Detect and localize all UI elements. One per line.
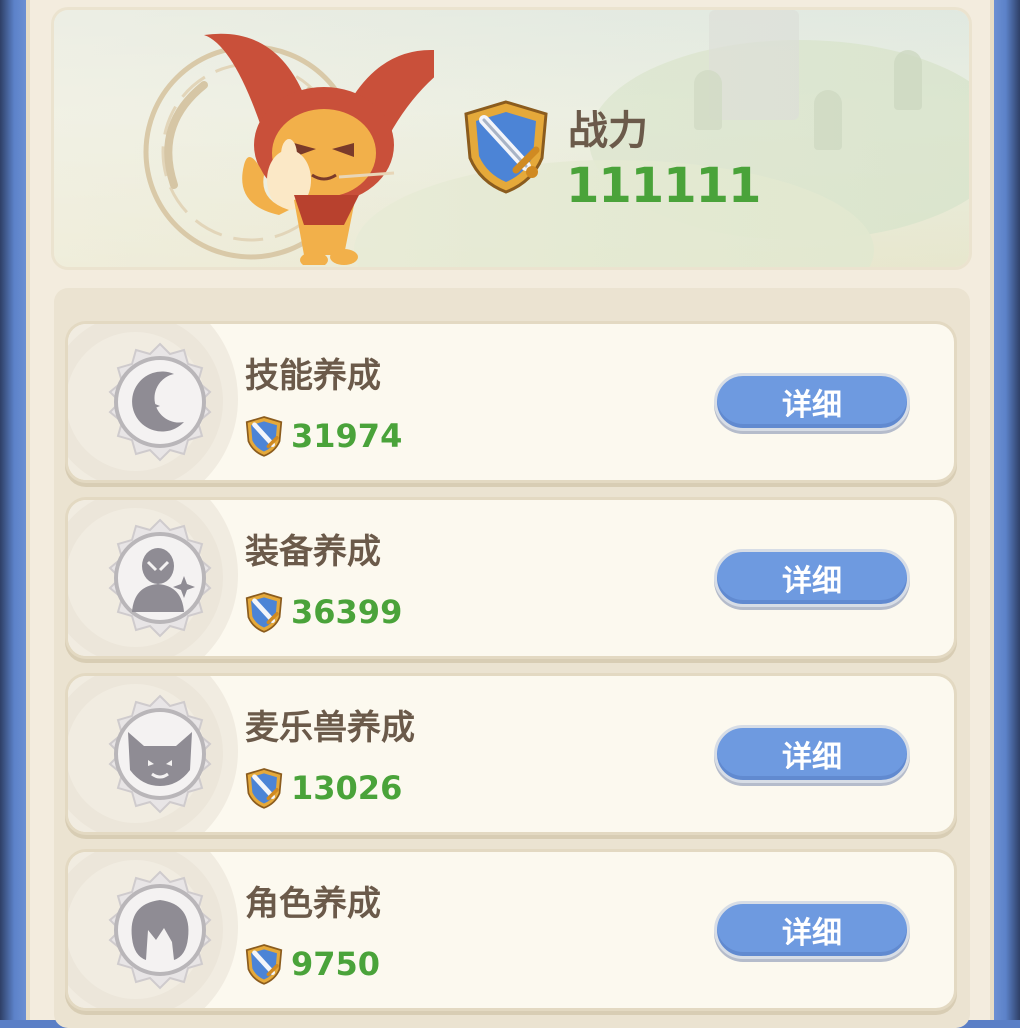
power-shield-icon	[245, 416, 283, 457]
power-shield-icon	[464, 100, 548, 194]
detail-button-equipment[interactable]: 详细	[714, 549, 910, 607]
card-power-row: 13026	[245, 766, 402, 810]
card-title: 麦乐兽养成	[245, 708, 415, 748]
card-character-growth: 角色养成 9750 详细	[68, 852, 954, 1008]
frame-right-border	[994, 0, 1020, 1020]
detail-button-character[interactable]: 详细	[714, 901, 910, 959]
card-title: 角色养成	[245, 884, 381, 924]
card-title: 装备养成	[245, 532, 381, 572]
character-head-icon	[108, 870, 212, 990]
card-power-value: 13026	[291, 769, 403, 807]
detail-button-pet[interactable]: 详细	[714, 725, 910, 783]
power-shield-icon	[245, 592, 283, 633]
moon-star-icon	[108, 342, 212, 462]
cat-mascot-avatar	[204, 33, 434, 265]
figure-sparkle-icon	[108, 518, 212, 638]
detail-button-skill[interactable]: 详细	[714, 373, 910, 431]
card-power-value: 36399	[291, 593, 403, 631]
power-shield-icon	[245, 768, 283, 809]
power-shield-icon	[245, 944, 283, 985]
card-equipment-growth: 装备养成 36399 详细	[68, 500, 954, 656]
cat-face-icon	[108, 694, 212, 814]
growth-panel: 战力 111111 技能养成 31974 详细 装备养成 36399 详细 麦乐…	[26, 0, 994, 1028]
frame-left-border	[0, 0, 26, 1020]
card-power-row: 36399	[245, 590, 402, 634]
card-power-row: 9750	[245, 942, 380, 986]
card-pet-growth: 麦乐兽养成 13026 详细	[68, 676, 954, 832]
card-power-value: 31974	[291, 417, 403, 455]
card-power-row: 31974	[245, 414, 402, 458]
power-label: 战力	[568, 108, 648, 154]
power-value: 111111	[566, 158, 761, 214]
power-banner: 战力 111111	[54, 10, 969, 267]
card-skill-growth: 技能养成 31974 详细	[68, 324, 954, 480]
card-title: 技能养成	[245, 356, 381, 396]
growth-list: 技能养成 31974 详细 装备养成 36399 详细 麦乐兽养成 13026 …	[54, 288, 970, 1028]
card-power-value: 9750	[291, 945, 381, 983]
